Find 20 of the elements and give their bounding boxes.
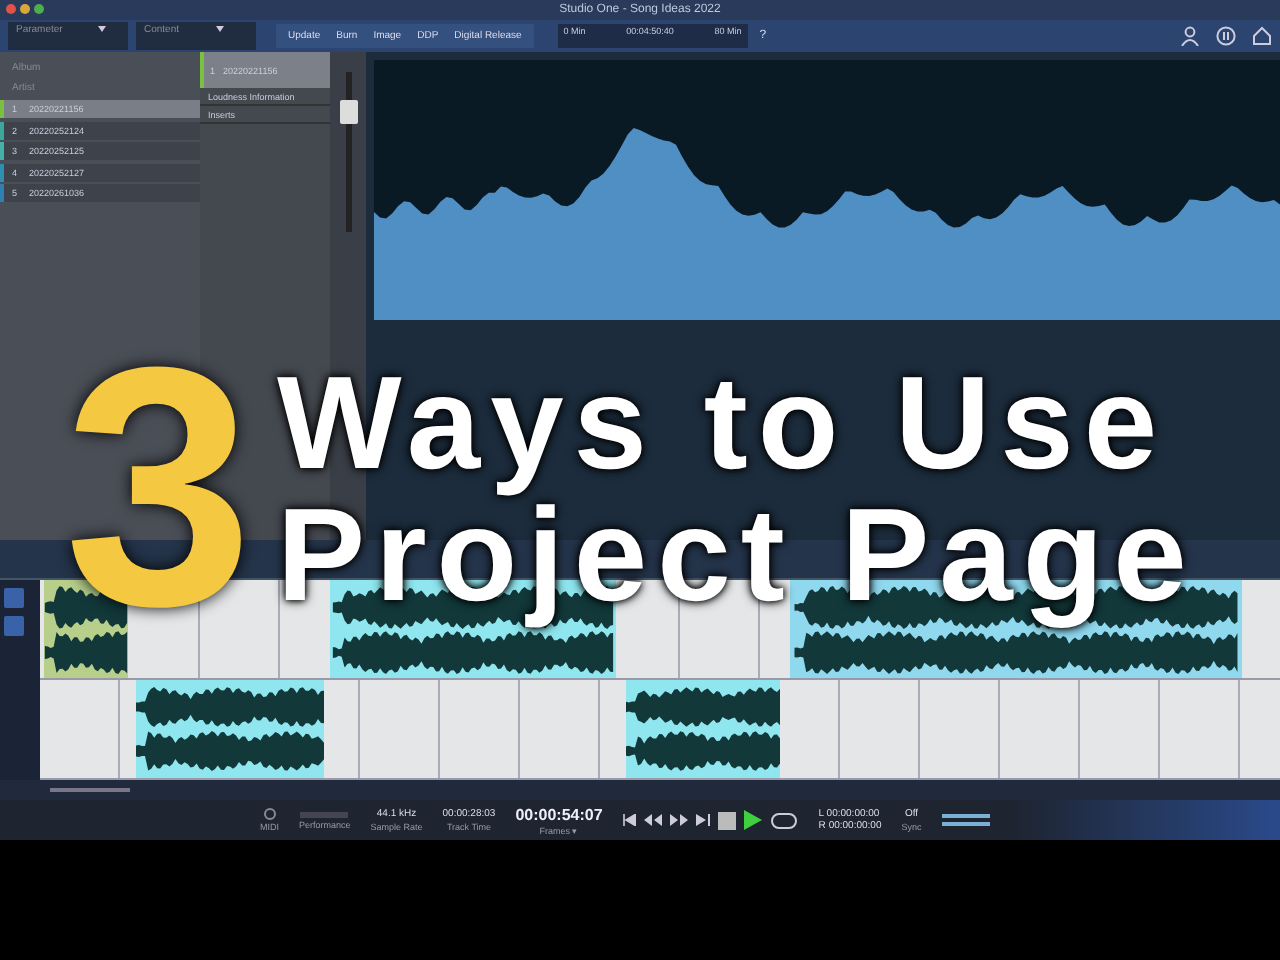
position-time: 00:00:54:07 bbox=[515, 805, 603, 823]
performance-meter bbox=[300, 811, 349, 817]
home-icon[interactable] bbox=[1252, 26, 1272, 46]
play-icon[interactable] bbox=[744, 810, 763, 830]
pause-icon[interactable] bbox=[1216, 26, 1236, 46]
loop-icon[interactable] bbox=[770, 811, 799, 829]
forward-end-icon[interactable] bbox=[696, 814, 711, 826]
scrollbar-thumb[interactable] bbox=[50, 788, 130, 792]
headline-number: 3 bbox=[64, 352, 254, 624]
caret-icon bbox=[98, 26, 107, 32]
rewind-icon[interactable] bbox=[644, 814, 663, 826]
caret-icon bbox=[215, 26, 224, 32]
rewind-start-icon[interactable] bbox=[622, 814, 637, 826]
stop-icon[interactable] bbox=[718, 811, 737, 829]
audio-clip[interactable] bbox=[136, 680, 324, 778]
midi-icon bbox=[261, 808, 278, 820]
forward-icon[interactable] bbox=[670, 814, 689, 826]
user-icon[interactable] bbox=[1180, 26, 1200, 46]
audio-clip[interactable] bbox=[626, 680, 780, 778]
fader-handle[interactable] bbox=[339, 100, 357, 124]
